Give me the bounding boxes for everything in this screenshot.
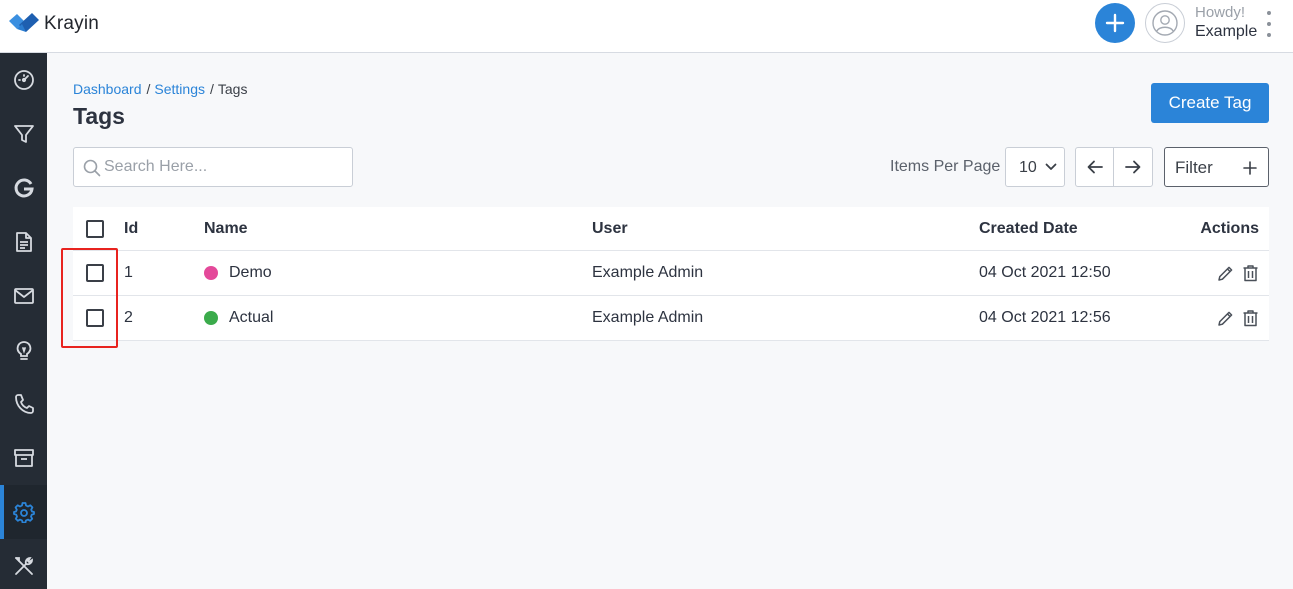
kebab-dot: [1267, 22, 1271, 26]
select-all-cell: [86, 207, 104, 250]
plus-icon: [1243, 161, 1257, 175]
arrow-right-icon: [1125, 160, 1141, 174]
document-icon: [15, 232, 32, 252]
sidebar-item-products[interactable]: [0, 431, 47, 485]
select-all-checkbox[interactable]: [86, 219, 104, 238]
items-per-page-select[interactable]: 10: [1005, 147, 1065, 187]
mail-icon: [13, 288, 34, 304]
kebab-menu-icon[interactable]: [1264, 11, 1274, 37]
row-created-date: 04 Oct 2021 12:50: [979, 264, 1111, 281]
table-row: 1 Demo Example Admin 04 Oct 2021 12:50: [73, 251, 1269, 296]
phone-icon: [14, 394, 34, 414]
next-page-button[interactable]: [1114, 148, 1152, 186]
sidebar: [0, 53, 47, 589]
arrow-left-icon: [1087, 160, 1103, 174]
page-title: Tags: [73, 103, 125, 129]
filter-label: Filter: [1175, 158, 1213, 177]
chevron-down-icon: [1045, 163, 1057, 170]
tags-table: Id Name User Created Date Actions 1 Demo…: [73, 207, 1269, 341]
row-name-cell: Actual: [204, 296, 273, 340]
gear-icon: [12, 502, 35, 523]
items-per-page-value: 10: [1019, 159, 1037, 176]
row-name: Demo: [229, 264, 272, 281]
krayin-logo-icon: [9, 13, 39, 32]
tag-color-dot: [204, 266, 218, 280]
items-per-page-label: Items Per Page: [890, 158, 1001, 175]
column-header-id[interactable]: Id: [124, 207, 138, 250]
user-avatar[interactable]: [1145, 3, 1185, 43]
column-header-user[interactable]: User: [592, 207, 628, 250]
funnel-icon: [13, 125, 34, 143]
quick-add-button[interactable]: [1095, 3, 1135, 43]
sidebar-item-contacts[interactable]: [0, 377, 47, 431]
table-header-row: Id Name User Created Date Actions: [73, 207, 1269, 251]
kebab-dot: [1267, 33, 1271, 37]
plus-icon: [1105, 13, 1125, 33]
krayin-logo[interactable]: Krayin: [8, 12, 99, 36]
search-icon: [83, 159, 101, 177]
tools-icon: [14, 557, 33, 575]
table-row: 2 Actual Example Admin 04 Oct 2021 12:56: [73, 296, 1269, 341]
filter-button[interactable]: Filter: [1164, 147, 1269, 187]
sidebar-item-quotes[interactable]: [0, 215, 47, 269]
row-actions: [1217, 251, 1259, 295]
sidebar-item-leads[interactable]: [0, 107, 47, 161]
breadcrumb-separator: /: [209, 81, 214, 97]
breadcrumb-current: Tags: [217, 81, 248, 97]
column-header-created-date[interactable]: Created Date: [979, 207, 1078, 250]
row-id: 1: [124, 264, 133, 281]
highlight-box: [61, 248, 118, 348]
row-actions: [1217, 296, 1259, 340]
tag-color-dot: [204, 311, 218, 325]
breadcrumb-settings[interactable]: Settings: [154, 81, 205, 97]
delete-trash-icon[interactable]: [1242, 309, 1259, 327]
row-name-cell: Demo: [204, 251, 272, 295]
breadcrumb-separator: /: [146, 81, 151, 97]
brand-name: Krayin: [44, 13, 100, 34]
greeting-text: Howdy!: [1195, 4, 1246, 21]
row-id: 2: [124, 309, 133, 326]
kebab-dot: [1267, 11, 1271, 15]
google-icon: [14, 178, 34, 198]
sidebar-item-google[interactable]: [0, 161, 47, 215]
pagination: [1075, 147, 1153, 187]
column-header-actions: Actions: [1200, 219, 1259, 237]
breadcrumb-dashboard[interactable]: Dashboard: [73, 81, 142, 97]
top-header: Krayin Howdy! Example: [0, 0, 1293, 53]
sidebar-item-configuration[interactable]: [0, 539, 47, 589]
sidebar-item-dashboard[interactable]: [0, 53, 47, 107]
speedometer-icon: [13, 70, 34, 90]
sidebar-item-settings[interactable]: [0, 485, 47, 539]
user-name[interactable]: Example: [1195, 23, 1257, 41]
user-icon: [1152, 10, 1178, 36]
edit-pencil-icon[interactable]: [1217, 310, 1234, 327]
row-created-date: 04 Oct 2021 12:56: [979, 309, 1111, 326]
previous-page-button[interactable]: [1076, 148, 1115, 186]
delete-trash-icon[interactable]: [1242, 264, 1259, 282]
row-name: Actual: [229, 309, 274, 326]
archive-icon: [13, 449, 34, 467]
sidebar-item-mail[interactable]: [0, 269, 47, 323]
sidebar-item-activities[interactable]: [0, 323, 47, 377]
row-user: Example Admin: [592, 309, 704, 326]
search-input[interactable]: [104, 148, 344, 186]
lightbulb-icon: [16, 341, 31, 360]
row-user: Example Admin: [592, 264, 704, 281]
breadcrumb: Dashboard / Settings / Tags: [73, 81, 247, 97]
create-tag-button[interactable]: Create Tag: [1151, 83, 1269, 123]
edit-pencil-icon[interactable]: [1217, 265, 1234, 282]
search-box: [73, 147, 353, 187]
column-header-name[interactable]: Name: [204, 207, 248, 250]
